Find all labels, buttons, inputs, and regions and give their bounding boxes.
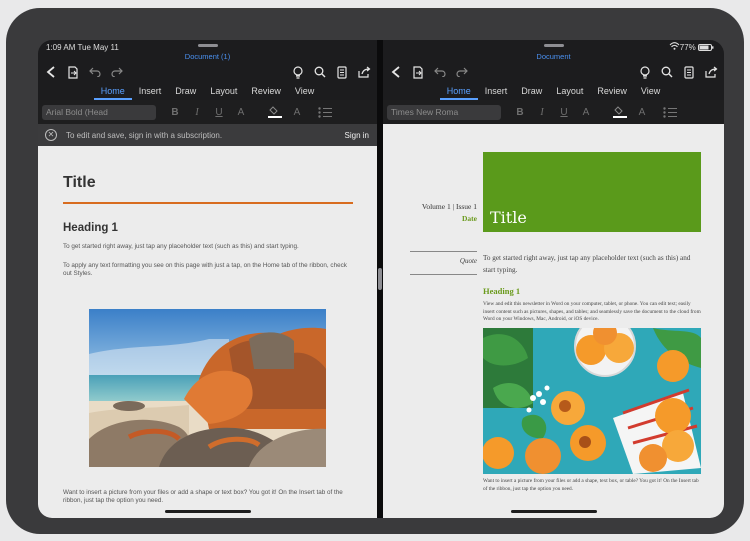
ipad-screen: 1:09 AM Tue May 11 Document (1) Home Ins… <box>38 40 724 518</box>
back-chevron-icon[interactable] <box>40 62 62 82</box>
font-color-button[interactable]: A <box>631 107 653 118</box>
tab-layout[interactable]: Layout <box>549 83 590 100</box>
pull-quote[interactable]: Quote <box>410 257 477 265</box>
quote-rule-bottom <box>410 274 477 275</box>
font-name-field[interactable]: Arial Bold (Head <box>42 104 156 120</box>
beach-rocks-image[interactable] <box>89 309 326 467</box>
multitask-handle[interactable] <box>197 44 218 47</box>
wifi-icon <box>669 42 680 52</box>
reading-view-icon[interactable] <box>331 62 353 82</box>
doc-paragraph-2[interactable]: To apply any text formatting you see on … <box>63 262 353 278</box>
home-indicator[interactable] <box>510 510 597 513</box>
newsletter-heading[interactable]: Heading 1 <box>483 286 520 296</box>
newsletter-title[interactable]: Title <box>490 208 527 227</box>
banner-message: To edit and save, sign in with a subscri… <box>66 131 223 140</box>
close-banner-icon[interactable]: ✕ <box>45 129 57 141</box>
lightbulb-icon[interactable] <box>287 62 309 82</box>
text-effects-button[interactable]: A <box>230 107 252 118</box>
intro-paragraph[interactable]: To get started right away, just tap any … <box>483 252 703 276</box>
tab-review[interactable]: Review <box>244 83 288 100</box>
undo-icon[interactable] <box>429 62 451 82</box>
file-menu-icon[interactable] <box>407 62 429 82</box>
reading-view-icon[interactable] <box>678 62 700 82</box>
newsletter-title-block[interactable]: Title <box>483 152 701 232</box>
format-ribbon: Arial Bold (Head B I U A A <box>38 100 377 124</box>
apricots-image[interactable] <box>483 328 701 474</box>
file-menu-icon[interactable] <box>62 62 84 82</box>
tab-view[interactable]: View <box>288 83 321 100</box>
underline-button[interactable]: U <box>553 107 575 118</box>
newsletter-date[interactable]: Date <box>393 214 477 223</box>
lightbulb-icon[interactable] <box>634 62 656 82</box>
quote-rule-top <box>410 251 477 252</box>
font-color-button[interactable]: A <box>286 107 308 118</box>
tab-view[interactable]: View <box>634 83 667 100</box>
sign-in-link[interactable]: Sign in <box>345 131 369 140</box>
highlight-icon[interactable] <box>264 102 286 122</box>
bullet-list-icon[interactable] <box>659 102 681 122</box>
doc-heading[interactable]: Heading 1 <box>63 222 118 234</box>
italic-button[interactable]: I <box>186 107 208 118</box>
underline-button[interactable]: U <box>208 107 230 118</box>
left-word-pane: 1:09 AM Tue May 11 Document (1) Home Ins… <box>38 40 377 518</box>
title-rule <box>63 202 353 204</box>
document-page[interactable]: Title Heading 1 To get started right awa… <box>38 146 377 518</box>
search-icon[interactable] <box>309 62 331 82</box>
battery-indicator: 77% <box>680 43 714 52</box>
subscription-banner: ✕ To edit and save, sign in with a subsc… <box>38 124 377 146</box>
home-indicator[interactable] <box>164 510 251 513</box>
doc-paragraph-3[interactable]: Want to insert a picture from your files… <box>63 489 353 505</box>
share-icon[interactable] <box>700 62 722 82</box>
highlight-icon[interactable] <box>609 102 631 122</box>
document-title-right[interactable]: Document <box>383 52 724 61</box>
body-paragraph[interactable]: View and edit this newsletter in Word on… <box>483 301 703 324</box>
image-caption[interactable]: Want to insert a picture from your files… <box>483 478 703 493</box>
multitask-handle-right[interactable] <box>543 44 564 47</box>
tab-layout[interactable]: Layout <box>203 83 244 100</box>
ribbon-tabs-right: Home Insert Draw Layout Review View <box>383 83 724 100</box>
divider-grip[interactable] <box>378 268 382 290</box>
document-page-right[interactable]: Title Volume 1 | Issue 1 Date Quote To g… <box>383 124 724 518</box>
tab-home[interactable]: Home <box>439 83 478 100</box>
tab-draw[interactable]: Draw <box>514 83 549 100</box>
format-ribbon-right: Times New Roma B I U A A <box>383 100 724 124</box>
document-title[interactable]: Document (1) <box>38 52 377 61</box>
share-icon[interactable] <box>353 62 375 82</box>
tab-insert[interactable]: Insert <box>132 83 169 100</box>
font-name-field[interactable]: Times New Roma <box>387 104 501 120</box>
status-time: 1:09 AM Tue May 11 <box>46 43 119 52</box>
bullet-list-icon[interactable] <box>314 102 336 122</box>
undo-icon[interactable] <box>84 62 106 82</box>
redo-icon[interactable] <box>106 62 128 82</box>
search-icon[interactable] <box>656 62 678 82</box>
volume-issue[interactable]: Volume 1 | Issue 1 <box>393 202 477 211</box>
redo-icon[interactable] <box>451 62 473 82</box>
italic-button[interactable]: I <box>531 107 553 118</box>
doc-title[interactable]: Title <box>63 174 96 192</box>
back-chevron-icon[interactable] <box>385 62 407 82</box>
tab-review[interactable]: Review <box>590 83 634 100</box>
ipad-frame: 1:09 AM Tue May 11 Document (1) Home Ins… <box>6 8 744 534</box>
doc-paragraph-1[interactable]: To get started right away, just tap any … <box>63 243 353 251</box>
split-view-divider[interactable] <box>377 40 383 518</box>
bold-button[interactable]: B <box>164 107 186 118</box>
bold-button[interactable]: B <box>509 107 531 118</box>
tab-draw[interactable]: Draw <box>168 83 203 100</box>
tab-home[interactable]: Home <box>93 83 132 100</box>
ribbon-tabs: Home Insert Draw Layout Review View <box>38 83 377 100</box>
text-effects-button[interactable]: A <box>575 107 597 118</box>
right-word-pane: 77% Document Home Insert Draw Layout Rev… <box>383 40 724 518</box>
tab-insert[interactable]: Insert <box>478 83 515 100</box>
